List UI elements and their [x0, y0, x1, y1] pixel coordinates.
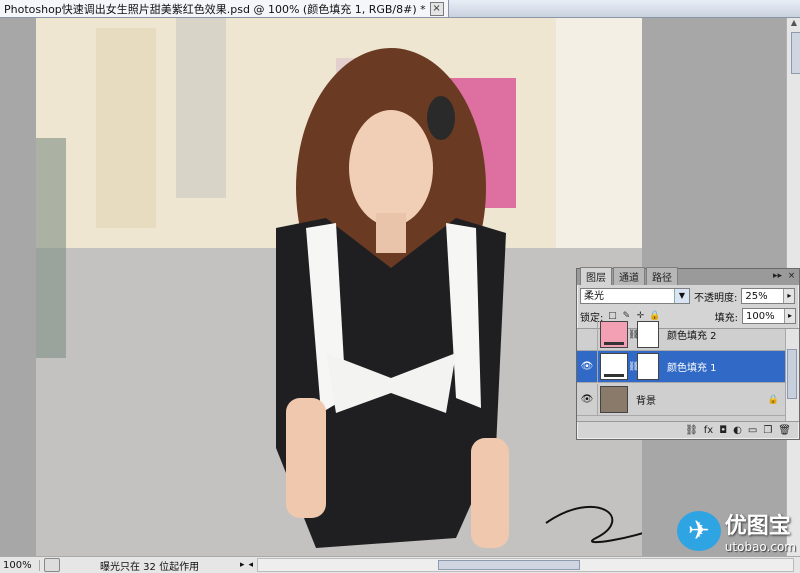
link-icon: ⛓	[628, 329, 640, 340]
tab-layers[interactable]: 图层	[580, 267, 612, 285]
link-icon: ⛓	[628, 361, 640, 372]
photo-image	[36, 18, 642, 556]
bird-logo-icon: ✈	[676, 511, 721, 551]
adjustment-layer-icon[interactable]: ◐	[733, 425, 742, 436]
horizontal-scrollbar[interactable]	[257, 558, 794, 572]
visibility-toggle[interactable]	[577, 319, 598, 350]
document-title: Photoshop快速调出女生照片甜美紫红色效果.psd @ 100% (颜色填…	[4, 2, 426, 16]
layer-name[interactable]: 背景	[636, 392, 656, 407]
scroll-left-icon[interactable]: ◂	[249, 560, 254, 570]
panel-close-icon[interactable]: ×	[786, 271, 797, 282]
trash-icon[interactable]: 🗑	[778, 425, 791, 436]
watermark-brand: 优图宝	[724, 514, 791, 539]
layer-row-color-fill-1[interactable]: 👁 ⛓ 颜色填充 1	[577, 351, 785, 383]
chevron-down-icon[interactable]: ▼	[674, 289, 689, 303]
layer-thumbnail	[600, 321, 628, 348]
layer-name[interactable]: 颜色填充 2	[667, 327, 717, 342]
opacity-field[interactable]: 25% ▸	[741, 288, 796, 304]
new-group-icon[interactable]: ▭	[748, 425, 757, 436]
horizontal-scroll-thumb[interactable]	[438, 560, 581, 570]
opacity-label: 不透明度:	[694, 292, 738, 304]
eye-icon[interactable]: 👁	[577, 384, 598, 415]
panel-bottom-toolbar: ⛓ fx ◘ ◐ ▭ ❐ 🗑	[577, 421, 799, 439]
photo-canvas[interactable]	[36, 18, 642, 556]
layers-panel: 图层 通道 路径 ▸▸ × 柔光 ▼ 不透明度: 25% ▸ 锁定: □ ✎ ✛…	[576, 267, 800, 440]
opacity-value: 25%	[745, 291, 768, 302]
status-bar: 100% 曝光只在 32 位起作用 ▸ ◂	[0, 556, 800, 573]
document-tab[interactable]: Photoshop快速调出女生照片甜美紫红色效果.psd @ 100% (颜色填…	[0, 0, 449, 17]
fill-arrow-icon[interactable]: ▸	[784, 309, 795, 323]
add-mask-icon[interactable]: ◘	[719, 425, 727, 436]
blend-mode-value: 柔光	[584, 291, 604, 302]
layers-list: ⛓ 颜色填充 2 👁 ⛓ 颜色填充 1 👁 背景 🔒	[577, 319, 799, 421]
fx-icon[interactable]: fx	[704, 425, 713, 436]
tab-paths[interactable]: 路径	[646, 267, 678, 285]
status-info-icon[interactable]	[44, 558, 60, 572]
new-layer-icon[interactable]: ❐	[763, 425, 772, 436]
zoom-level[interactable]: 100%	[0, 559, 40, 571]
opacity-arrow-icon[interactable]: ▸	[783, 289, 795, 303]
scroll-up-icon[interactable]: ▲	[787, 18, 800, 30]
blend-mode-select[interactable]: 柔光 ▼	[580, 288, 690, 304]
vertical-scroll-thumb[interactable]	[791, 32, 800, 74]
layer-mask-thumbnail	[637, 353, 659, 380]
panel-tabs: 图层 通道 路径 ▸▸ ×	[577, 267, 799, 285]
layer-name[interactable]: 颜色填充 1	[667, 359, 717, 374]
watermark-url: utobao.com	[724, 540, 796, 554]
layer-row-color-fill-2[interactable]: ⛓ 颜色填充 2	[577, 319, 785, 351]
layers-scrollbar[interactable]	[785, 329, 799, 421]
layer-row-background[interactable]: 👁 背景 🔒	[577, 384, 785, 416]
collapse-icon[interactable]: ▸▸	[772, 271, 783, 282]
tab-channels[interactable]: 通道	[613, 267, 645, 285]
lock-icon: 🔒	[767, 394, 779, 405]
layer-mask-thumbnail	[637, 321, 659, 348]
document-titlebar: Photoshop快速调出女生照片甜美紫红色效果.psd @ 100% (颜色填…	[0, 0, 800, 18]
status-arrow-icon[interactable]: ▸	[240, 560, 245, 570]
link-layers-icon[interactable]: ⛓	[685, 425, 698, 436]
layer-thumbnail	[600, 386, 628, 413]
eye-icon[interactable]: 👁	[577, 351, 598, 382]
status-message: 曝光只在 32 位起作用	[100, 561, 200, 573]
layer-thumbnail	[600, 353, 628, 380]
close-icon[interactable]: ×	[429, 1, 444, 16]
watermark-logo: ✈ 优图宝 utobao.com	[676, 508, 796, 554]
